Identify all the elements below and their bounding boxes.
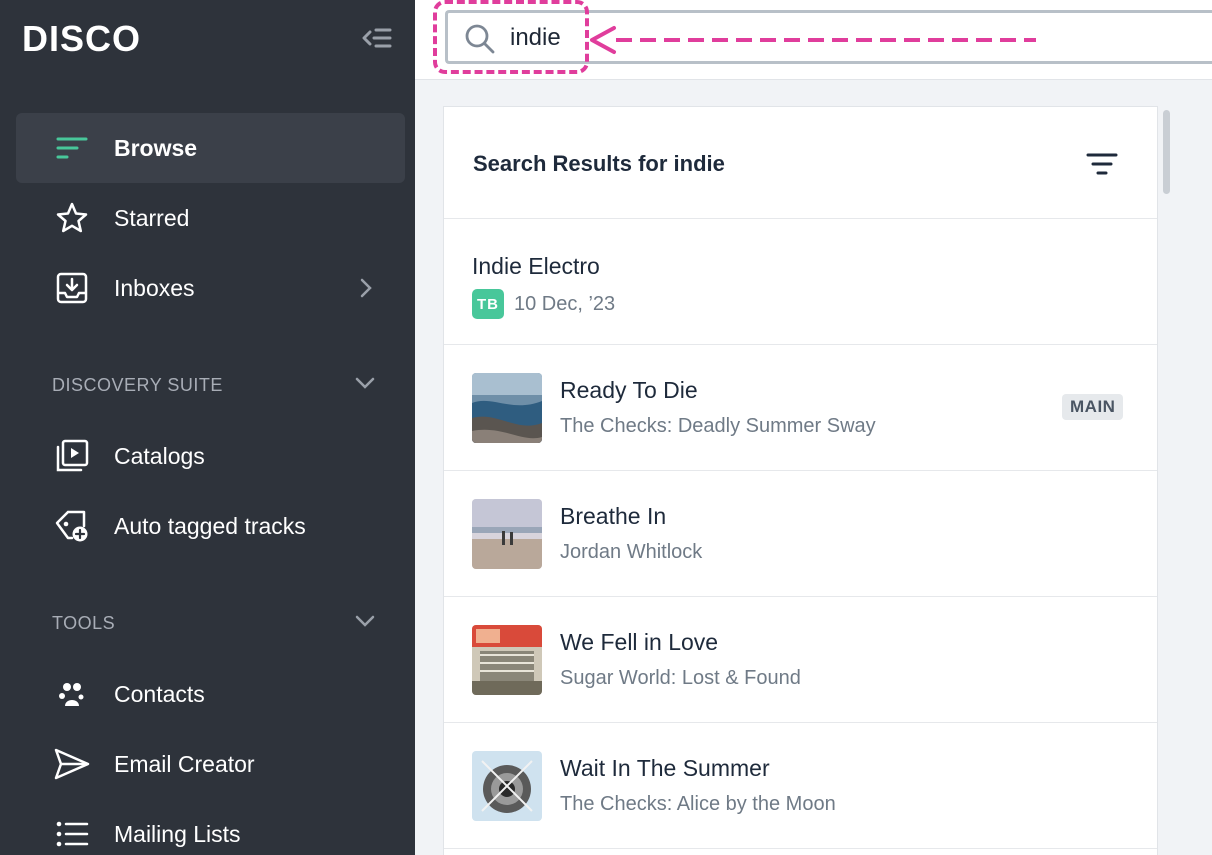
result-row-track[interactable]: We Fell in Love Sugar World: Lost & Foun… <box>444 597 1157 723</box>
sidebar-item-label: Browse <box>114 134 198 161</box>
results-header: Search Results for indie <box>444 107 1157 219</box>
sidebar-item-label: Email Creator <box>114 750 255 777</box>
star-icon <box>52 198 92 238</box>
track-artwork-image <box>472 751 542 821</box>
track-subtitle: The Checks: Alice by the Moon <box>560 793 836 815</box>
sidebar-item-label: Catalogs <box>114 442 205 469</box>
collapse-sidebar-button[interactable] <box>360 24 394 52</box>
sidebar-item-label: Auto tagged tracks <box>114 512 306 539</box>
sidebar-item-label: Contacts <box>114 680 205 707</box>
track-artwork-image <box>472 373 542 443</box>
chevron-down-icon <box>354 613 376 634</box>
send-icon <box>52 744 92 784</box>
sidebar-item-label: Inboxes <box>114 274 195 301</box>
search-results-panel: Search Results for indie Indie Electro T… <box>443 106 1158 855</box>
chevron-right-icon <box>359 277 373 304</box>
sidebar-item-contacts[interactable]: Contacts <box>16 659 405 729</box>
sidebar: DISCO Browse Starred Inboxes DISCOVERY S… <box>0 0 415 855</box>
track-title: Breathe In <box>560 503 667 529</box>
track-title: Ready To Die <box>560 377 698 403</box>
scrollbar-thumb[interactable] <box>1163 110 1170 194</box>
auto-tag-icon <box>52 506 92 546</box>
sidebar-item-mailing-lists[interactable]: Mailing Lists <box>16 799 405 855</box>
scrollbar-track[interactable] <box>1160 106 1172 855</box>
track-subtitle: Sugar World: Lost & Found <box>560 667 801 689</box>
browse-lines-icon <box>52 128 92 168</box>
sidebar-item-auto-tagged-tracks[interactable]: Auto tagged tracks <box>16 491 405 561</box>
track-subtitle: The Checks: Deadly Summer Sway <box>560 415 876 437</box>
track-artwork-image <box>472 625 542 695</box>
sidebar-item-starred[interactable]: Starred <box>16 183 405 253</box>
section-heading: DISCOVERY SUITE <box>52 375 223 395</box>
track-title: Wait In The Summer <box>560 755 770 781</box>
track-subtitle: Jordan Whitlock <box>560 541 703 563</box>
disco-logo[interactable]: DISCO <box>22 18 141 60</box>
playlist-date: 10 Dec, ’23 <box>514 292 616 315</box>
playlist-title: Indie Electro <box>472 253 600 279</box>
track-title: We Fell in Love <box>560 629 719 655</box>
result-row-track[interactable]: Breathe In Jordan Whitlock <box>444 471 1157 597</box>
catalogs-icon <box>52 436 92 476</box>
sidebar-item-label: Mailing Lists <box>114 820 241 847</box>
results-title: Search Results for indie <box>473 151 725 176</box>
inbox-icon <box>52 268 92 308</box>
owner-avatar: TB <box>472 289 504 319</box>
sidebar-item-catalogs[interactable]: Catalogs <box>16 421 405 491</box>
result-row-playlist[interactable]: Indie Electro TB 10 Dec, ’23 <box>444 219 1157 345</box>
playlist-meta: TB 10 Dec, ’23 <box>472 289 615 319</box>
track-artwork-image <box>472 499 542 569</box>
sidebar-item-label: Starred <box>114 204 190 231</box>
main-badge: MAIN <box>1062 394 1124 420</box>
sidebar-item-email-creator[interactable]: Email Creator <box>16 729 405 799</box>
contacts-icon <box>52 674 92 714</box>
section-discovery-suite[interactable]: DISCOVERY SUITE <box>52 375 382 399</box>
annotation-highlight-box <box>433 0 589 74</box>
collapse-arrow-icon <box>362 28 392 48</box>
chevron-down-icon <box>354 375 376 396</box>
annotation-arrow-icon <box>590 26 1036 54</box>
filter-icon <box>1086 153 1118 175</box>
result-row-track[interactable]: Ready To Die The Checks: Deadly Summer S… <box>444 345 1157 471</box>
filter-button[interactable] <box>1084 149 1120 179</box>
section-heading: TOOLS <box>52 613 116 633</box>
sidebar-item-inboxes[interactable]: Inboxes <box>16 253 405 323</box>
list-icon <box>52 814 92 854</box>
sidebar-item-browse[interactable]: Browse <box>16 113 405 183</box>
section-tools[interactable]: TOOLS <box>52 613 382 637</box>
result-row-track[interactable]: Wait In The Summer The Checks: Alice by … <box>444 723 1157 849</box>
